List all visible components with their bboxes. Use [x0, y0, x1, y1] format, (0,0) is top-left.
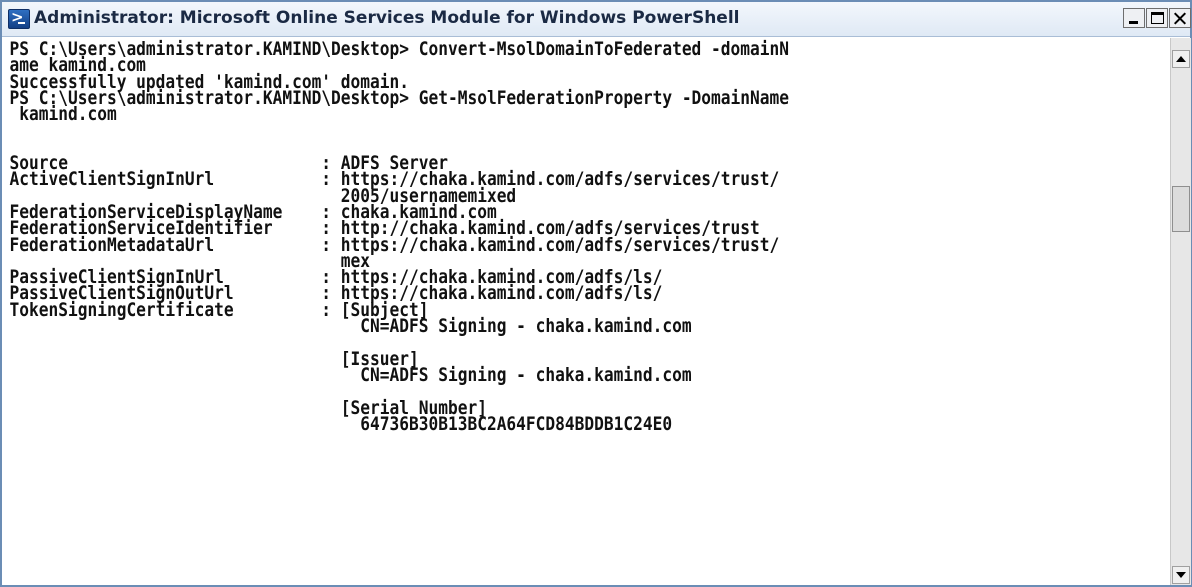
console-text: PS C:\Users\administrator.KAMIND\Desktop… — [9, 39, 790, 435]
scroll-down-arrow-icon[interactable] — [1172, 566, 1190, 584]
console-output[interactable]: PS C:\Users\administrator.KAMIND\Desktop… — [6, 38, 1168, 585]
powershell-icon[interactable] — [8, 8, 30, 29]
maximize-button[interactable] — [1146, 8, 1168, 28]
scroll-up-arrow-icon[interactable] — [1172, 50, 1190, 68]
title-bar[interactable]: Administrator: Microsoft Online Services… — [2, 2, 1191, 37]
vertical-scrollbar[interactable] — [1170, 38, 1191, 585]
powershell-window: Administrator: Microsoft Online Services… — [0, 0, 1192, 587]
window-title: Administrator: Microsoft Online Services… — [34, 8, 740, 28]
close-button[interactable] — [1169, 8, 1191, 28]
minimize-button[interactable] — [1123, 8, 1145, 28]
scroll-thumb[interactable] — [1172, 186, 1190, 232]
